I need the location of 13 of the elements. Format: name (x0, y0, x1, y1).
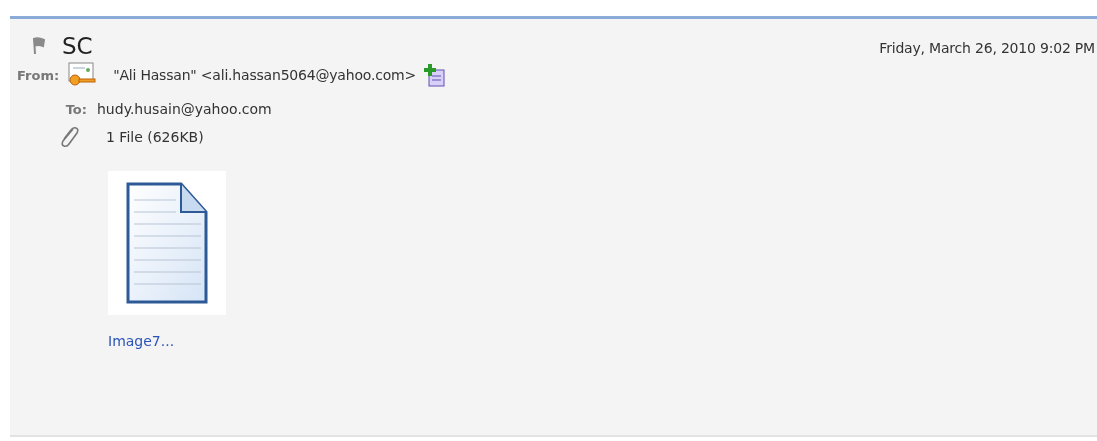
document-icon (126, 182, 208, 304)
message-date: Friday, March 26, 2010 9:02 PM (879, 40, 1096, 56)
attachment-thumbnail[interactable] (108, 171, 226, 315)
sender-address: "Ali Hassan" <ali.hassan5064@yahoo.com> (113, 67, 416, 83)
recipient-address: hudy.husain@yahoo.com (97, 101, 272, 117)
add-contact-icon[interactable] (424, 63, 446, 87)
from-label: From: (17, 67, 60, 83)
message-subject: SC (62, 33, 93, 59)
to-label: To: (64, 101, 88, 117)
attachment-link[interactable]: Image7... (108, 333, 175, 349)
attachment-summary: 1 File (626KB) (106, 129, 204, 145)
flag-icon[interactable] (32, 37, 46, 55)
paperclip-icon (58, 125, 80, 149)
